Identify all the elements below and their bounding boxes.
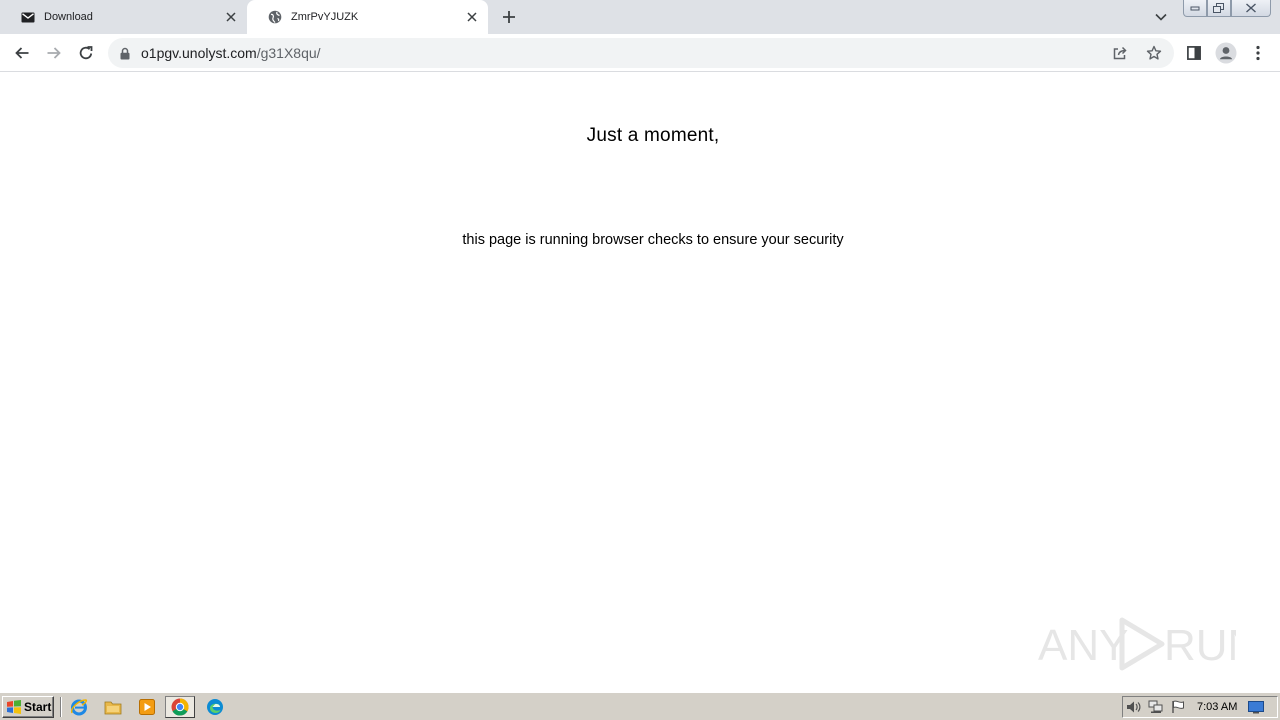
edge-icon[interactable] bbox=[204, 697, 226, 717]
network-icon[interactable] bbox=[1145, 698, 1167, 716]
internet-explorer-icon[interactable] bbox=[68, 697, 90, 717]
minimize-button[interactable] bbox=[1183, 0, 1207, 17]
anyrun-watermark: ANY RUN bbox=[1036, 612, 1259, 676]
close-icon bbox=[1246, 3, 1256, 13]
arrow-right-icon bbox=[47, 47, 61, 59]
start-label: Start bbox=[24, 700, 52, 714]
forward-button[interactable] bbox=[40, 40, 68, 66]
tab-strip: Download ZmrPvYJUZK bbox=[0, 0, 1280, 34]
address-bar[interactable]: o1pgv.unolyst.com/g31X8qu/ bbox=[108, 38, 1174, 68]
window-controls bbox=[1183, 0, 1271, 18]
side-panel-button[interactable] bbox=[1180, 40, 1208, 66]
bookmark-star-button[interactable] bbox=[1144, 43, 1164, 63]
chrome-icon[interactable] bbox=[165, 696, 195, 718]
arrow-left-icon bbox=[15, 47, 29, 59]
taskbar: Start 7:03 AM bbox=[0, 692, 1280, 720]
share-button[interactable] bbox=[1110, 43, 1130, 63]
browser-toolbar: o1pgv.unolyst.com/g31X8qu/ bbox=[0, 34, 1280, 72]
tab-download[interactable]: Download bbox=[0, 0, 247, 34]
file-explorer-icon[interactable] bbox=[102, 697, 124, 717]
tab-title: Download bbox=[44, 11, 93, 23]
reload-icon bbox=[79, 46, 93, 60]
side-panel-icon bbox=[1187, 46, 1201, 60]
star-icon bbox=[1146, 45, 1162, 60]
close-tab-icon[interactable] bbox=[222, 8, 240, 26]
more-vert-icon bbox=[1256, 45, 1260, 61]
tab-search-button[interactable] bbox=[1150, 7, 1172, 27]
restore-button[interactable] bbox=[1207, 0, 1231, 17]
speaker-icon[interactable] bbox=[1123, 698, 1145, 716]
url-path: /g31X8qu/ bbox=[256, 45, 321, 61]
profile-button[interactable] bbox=[1212, 40, 1240, 66]
media-player-icon[interactable] bbox=[136, 697, 158, 717]
tab-title: ZmrPvYJUZK bbox=[291, 11, 359, 23]
taskbar-separator bbox=[60, 697, 62, 717]
url-host: o1pgv.unolyst.com bbox=[141, 45, 257, 61]
close-window-button[interactable] bbox=[1231, 0, 1271, 17]
reload-button[interactable] bbox=[72, 40, 100, 66]
new-tab-button[interactable] bbox=[497, 6, 521, 28]
tab-active-page[interactable]: ZmrPvYJUZK bbox=[247, 0, 488, 34]
avatar-icon bbox=[1215, 42, 1237, 64]
minimize-icon bbox=[1190, 6, 1200, 11]
mail-icon bbox=[20, 9, 36, 25]
restore-icon bbox=[1213, 2, 1224, 13]
menu-button[interactable] bbox=[1244, 40, 1272, 66]
start-button[interactable]: Start bbox=[2, 696, 54, 718]
clock[interactable]: 7:03 AM bbox=[1197, 701, 1237, 713]
watermark-text-left: ANY bbox=[1038, 621, 1128, 670]
watermark-text-right: RUN bbox=[1164, 621, 1236, 670]
back-button[interactable] bbox=[8, 40, 36, 66]
page-message: this page is running browser checks to e… bbox=[462, 232, 844, 248]
plus-icon bbox=[503, 11, 515, 23]
chevron-down-icon bbox=[1155, 13, 1167, 21]
globe-icon bbox=[267, 9, 283, 25]
page-content: Just a moment, this page is running brow… bbox=[0, 72, 1280, 692]
share-icon bbox=[1113, 46, 1127, 60]
show-desktop-icon[interactable] bbox=[1245, 698, 1267, 716]
url-text[interactable]: o1pgv.unolyst.com/g31X8qu/ bbox=[141, 45, 321, 61]
system-tray: 7:03 AM bbox=[1122, 696, 1278, 718]
action-center-flag-icon[interactable] bbox=[1167, 698, 1189, 716]
page-heading: Just a moment, bbox=[586, 125, 720, 146]
windows-logo-icon bbox=[6, 699, 22, 715]
close-tab-icon[interactable] bbox=[463, 8, 481, 26]
lock-icon[interactable] bbox=[119, 46, 131, 60]
